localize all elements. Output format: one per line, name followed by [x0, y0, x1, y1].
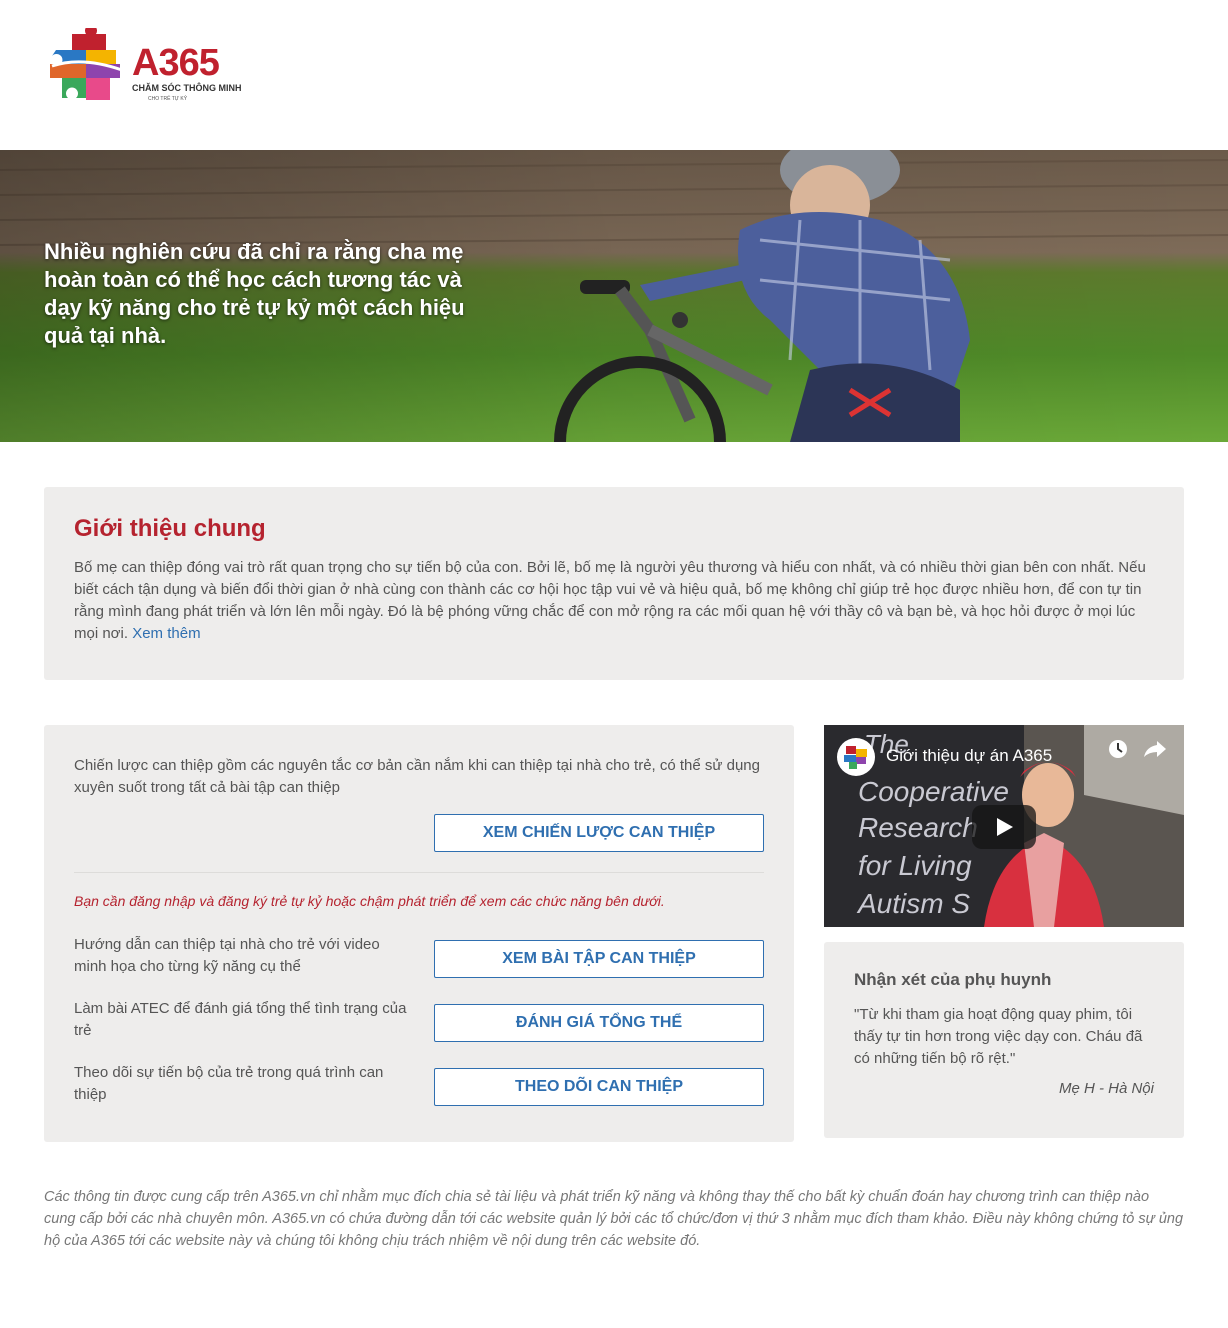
poster-line-4: for Living [858, 850, 972, 881]
assessment-row-label: Làm bài ATEC để đánh giá tổng thể tình t… [74, 1000, 407, 1039]
poster-line-5: Autism S [856, 888, 970, 919]
view-exercises-button[interactable]: XEM BÀI TẬP CAN THIỆP [434, 940, 764, 978]
intervention-strategy-card: Chiến lược can thiệp gồm các nguyên tắc … [44, 725, 794, 1142]
poster-line-2: Cooperative [858, 776, 1009, 807]
logo-tagline: CHĂM SÓC THÔNG MINH [132, 83, 242, 93]
logo-subtagline: CHO TRẺ TỰ KỶ [148, 96, 188, 102]
divider [74, 872, 764, 873]
track-progress-button[interactable]: THEO DÕI CAN THIỆP [434, 1068, 764, 1106]
logo-brand-text: A365 [132, 42, 220, 84]
puzzle-logo-icon [50, 28, 123, 100]
share-arrow-icon[interactable] [1142, 737, 1168, 761]
play-icon [997, 818, 1013, 836]
review-quote: "Từ khi tham gia hoạt động quay phim, tô… [854, 1006, 1143, 1067]
intro-body: Bố mẹ can thiệp đóng vai trò rất quan tr… [74, 557, 1154, 645]
hero-headline: Nhiều nghiên cứu đã chỉ ra rằng cha mẹ h… [44, 239, 465, 348]
review-author: Mẹ H - Hà Nội [1058, 1080, 1154, 1097]
poster-line-3: Research [858, 812, 978, 843]
intro-body-text: Bố mẹ can thiệp đóng vai trò rất quan tr… [74, 559, 1146, 642]
intro-title: Giới thiệu chung [74, 515, 266, 542]
site-header: A365 CHĂM SÓC THÔNG MINH CHO TRẺ TỰ KỶ [0, 0, 1228, 150]
view-strategy-button[interactable]: XEM CHIẾN LƯỢC CAN THIỆP [434, 814, 764, 852]
video-title[interactable]: Giới thiệu dự án A365 [886, 746, 1052, 766]
exercise-row-label: Hướng dẫn can thiệp tại nhà cho trẻ với … [74, 936, 380, 975]
parent-review-card: Nhận xét của phụ huynh "Từ khi tham gia … [824, 942, 1184, 1138]
intro-video-player[interactable]: The Cooperative Research for Living Auti… [824, 725, 1184, 927]
tracking-row-label: Theo dõi sự tiến bộ của trẻ trong quá tr… [74, 1064, 384, 1103]
watch-later-clock-icon[interactable] [1106, 737, 1130, 761]
disclaimer-text: Các thông tin được cung cấp trên A365.vn… [44, 1189, 1184, 1249]
overall-assessment-button[interactable]: ĐÁNH GIÁ TỔNG THỂ [434, 1004, 764, 1042]
a365-logo[interactable]: A365 CHĂM SÓC THÔNG MINH CHO TRẺ TỰ KỶ [42, 28, 242, 114]
strategy-description: Chiến lược can thiệp gồm các nguyên tắc … [74, 757, 760, 796]
login-notice: Bạn cần đăng nhập và đăng ký trẻ tự kỷ h… [74, 893, 665, 909]
play-button[interactable] [972, 805, 1036, 849]
channel-avatar-icon[interactable] [836, 737, 876, 777]
hero-banner: Nhiều nghiên cứu đã chỉ ra rằng cha mẹ h… [0, 150, 1228, 442]
read-more-link[interactable]: Xem thêm [132, 625, 200, 642]
intro-card: Giới thiệu chung Bố mẹ can thiệp đóng va… [44, 487, 1184, 680]
review-title: Nhận xét của phụ huynh [854, 970, 1052, 989]
